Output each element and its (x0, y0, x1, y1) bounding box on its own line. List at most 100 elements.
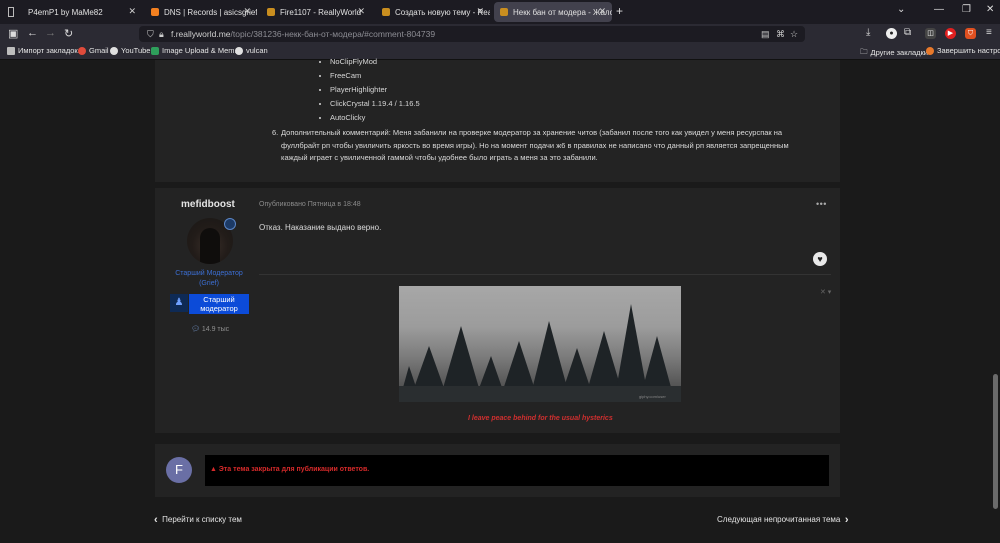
close-icon[interactable]: ✕ (243, 6, 251, 17)
bookmark-label: Image Upload & Mem... (162, 46, 241, 55)
bookmark-youtube[interactable]: YouTube (110, 46, 150, 55)
bookmark-star-icon[interactable]: ☆ (790, 26, 798, 42)
close-icon[interactable]: ✕ (128, 6, 136, 17)
tab-list-icon[interactable] (4, 2, 14, 22)
bookmark-label: vulcan (246, 46, 268, 55)
list-item: FreeCam (330, 71, 420, 80)
locked-message: ▲ Эта тема закрыта для публикации ответо… (210, 466, 369, 473)
author-name[interactable]: mefidboost (181, 199, 235, 210)
list-item: NoClipFlyMod (330, 57, 420, 66)
tab-5-active[interactable]: Некк бан от модера - Жалобы ✕ (494, 2, 612, 22)
back-to-topics-link[interactable]: ‹ Перейти к списку тем (154, 514, 242, 526)
post-body: Отказ. Наказание выдано верно. (259, 223, 382, 232)
bookmark-gmail[interactable]: Gmail (78, 46, 109, 55)
globe-icon (110, 46, 118, 55)
menu-icon[interactable]: ≡ (986, 27, 992, 38)
link-label: Перейти к списку тем (162, 515, 242, 524)
other-bookmarks[interactable]: 🗀 Другие закладки (860, 46, 928, 59)
close-icon[interactable]: ✕ (598, 6, 606, 17)
google-icon (78, 46, 86, 55)
tab-title: P4emP1 by MaMe82 (28, 7, 103, 17)
translate-icon[interactable]: ⌘ (776, 26, 785, 42)
bookmark-import[interactable]: Импорт закладок... (7, 46, 84, 55)
forward-icon[interactable]: → (45, 27, 56, 39)
sidebar-icon[interactable]: ▣ (8, 27, 18, 40)
next-unread-topic-link[interactable]: Следующая непрочитанная тема › (717, 514, 849, 526)
reputation-value: 14.9 тыс (201, 326, 230, 333)
comment-text: Дополнительный комментарий: Меня забанил… (281, 128, 789, 162)
extensions-icon[interactable]: ⧉ (904, 27, 911, 38)
chevron-right-icon: › (844, 514, 849, 526)
finish-setup[interactable]: Завершить настройку (926, 46, 1000, 55)
reader-view-icon[interactable]: ▤ (761, 26, 770, 42)
lock-icon: 🔒︎ (159, 29, 164, 39)
restore-icon[interactable]: ❐ (962, 4, 971, 15)
ublock-icon[interactable]: ⛉ (965, 28, 976, 39)
tab-title: Fire1107 - ReallyWorld (280, 7, 362, 17)
bookmark-label: Другие закладки (870, 48, 928, 57)
shield-icon: ⛉ (147, 29, 154, 39)
post-timestamp[interactable]: Опубликовано Пятница в 18:48 (259, 201, 361, 208)
heart-icon[interactable]: ♥ (813, 252, 827, 266)
avatar-figure (200, 228, 220, 264)
signature-caption: I leave peace behind for the usual hyste… (468, 415, 613, 422)
close-icon[interactable]: ✕ ▾ (820, 288, 831, 296)
list-item: PlayerHighlighter (330, 85, 420, 94)
site-favicon-icon (500, 8, 508, 16)
back-icon[interactable]: ← (27, 27, 38, 39)
chevron-left-icon: ‹ (154, 514, 158, 526)
url-text[interactable]: f.reallyworld.me/topic/381236-некк-бан-о… (171, 26, 435, 42)
list-number: 6. (272, 128, 279, 137)
bookmark-label: Завершить настройку (937, 46, 1000, 55)
signature-image: giphy.com/user (399, 286, 681, 402)
bookmark-label: Gmail (89, 46, 109, 55)
extension-icon[interactable]: ● (886, 28, 897, 39)
globe-icon (235, 46, 243, 55)
minimize-icon[interactable]: — (934, 4, 944, 15)
tab-4[interactable]: Создать новую тему - ReallyW ✕ (376, 2, 490, 22)
reload-icon[interactable]: ↻ (64, 27, 73, 40)
image-icon (151, 46, 159, 55)
close-icon[interactable]: ✕ (476, 6, 484, 17)
post-menu-icon[interactable]: ••• (816, 199, 827, 209)
downloads-icon[interactable]: ⤓ (866, 27, 870, 38)
list-item: ClickCrystal 1.19.4 / 1.16.5 (330, 99, 420, 108)
firefox-icon (926, 46, 934, 55)
bookmark-label: Импорт закладок... (18, 46, 84, 55)
tab-1[interactable]: P4emP1 by MaMe82 ✕ (22, 2, 142, 22)
online-badge-icon (224, 218, 236, 230)
role-badge: Старший модератор (189, 294, 249, 314)
import-icon (7, 46, 15, 55)
close-window-icon[interactable]: ✕ (986, 4, 994, 15)
browser-tab-bar: P4emP1 by MaMe82 ✕ DNS | Records | asics… (0, 0, 1000, 24)
tab-3[interactable]: Fire1107 - ReallyWorld ✕ (261, 2, 371, 22)
tab-2[interactable]: DNS | Records | asicsgrief.onlin ✕ (145, 2, 257, 22)
moderator-icon: ♟ (170, 294, 188, 312)
url-host: f.reallyworld.me (171, 29, 231, 39)
close-icon[interactable]: ✕ (357, 6, 365, 17)
list-item: AutoClicky (330, 113, 420, 122)
locked-message-text: Эта тема закрыта для публикации ответов. (218, 466, 370, 473)
bookmark-image-upload[interactable]: Image Upload & Mem... (151, 46, 241, 55)
site-favicon-icon (382, 8, 390, 16)
bookmark-label: YouTube (121, 46, 151, 55)
user-avatar[interactable]: F (166, 457, 192, 483)
scrollbar[interactable] (993, 374, 998, 509)
warning-icon: ▲ (210, 466, 217, 473)
chevron-down-icon[interactable]: ⌄ (897, 4, 905, 15)
member-role: Старший Модератор (Grief) (175, 270, 243, 287)
adblock-icon[interactable]: ▶ (945, 28, 956, 39)
site-favicon-icon (267, 8, 275, 16)
new-tab-icon[interactable]: + (616, 4, 623, 18)
cloudflare-icon (151, 8, 159, 16)
bookmarks-bar: Импорт закладок... Gmail YouTube Image U… (0, 44, 1000, 60)
tab-title: Некк бан от модера - Жалобы (513, 7, 612, 17)
extension-badge-icon[interactable]: ◫ (925, 28, 936, 39)
forest-image: giphy.com/user (399, 304, 681, 402)
bookmark-vulcan[interactable]: vulcan (235, 46, 268, 55)
address-bar[interactable]: ⛉ 🔒︎ f.reallyworld.me/topic/381236-некк-… (139, 26, 805, 42)
reputation: 💬︎ 14.9 тыс (191, 325, 229, 333)
forum-page: NoClipFlyMod FreeCam PlayerHighlighter C… (0, 57, 1000, 543)
link-label: Следующая непрочитанная тема (717, 515, 841, 524)
navigation-bar: ▣ ← → ↻ ⛉ 🔒︎ f.reallyworld.me/topic/3812… (0, 24, 1000, 44)
